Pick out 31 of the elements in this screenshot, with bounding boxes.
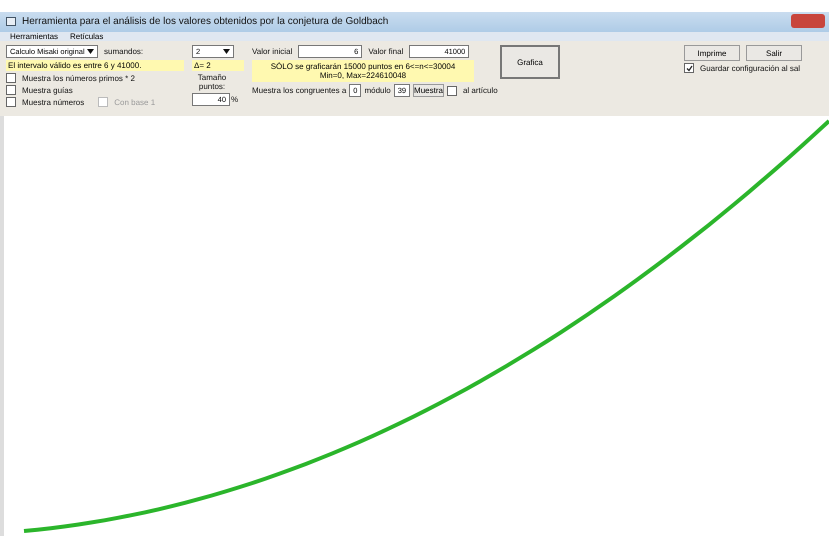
interval-note: El intervalo válido es entre 6 y 41000.: [6, 60, 184, 72]
checkbox-label: Muestra guías: [22, 86, 73, 95]
checkbox-label: Muestra números: [22, 98, 84, 107]
graph-button[interactable]: Grafica: [500, 45, 560, 80]
congruent-label: Muestra los congruentes a: [252, 86, 346, 96]
menu-item[interactable]: Herramientas: [10, 32, 58, 42]
modulo-label: módulo: [364, 86, 391, 96]
checkbox[interactable]: [6, 97, 16, 108]
checkbox[interactable]: [446, 86, 457, 96]
exit-button[interactable]: Salir: [746, 45, 802, 62]
caret-icon: [87, 49, 94, 54]
app-icon: [6, 17, 16, 26]
print-button[interactable]: Imprime: [684, 45, 740, 62]
checkbox-label: al artículo: [462, 86, 498, 96]
start-label: Valor inicial: [252, 47, 292, 56]
point-size-label: Tamaño puntos:: [196, 73, 228, 92]
delta-note: Δ= 2: [192, 60, 244, 72]
end-label: Valor final: [368, 47, 404, 56]
window-title: Herramienta para el análisis de los valores obtenidos por la conjetura de Goldbach: [22, 16, 388, 28]
percent-label: %: [231, 95, 238, 104]
checkbox-label: Con base 1: [114, 98, 156, 107]
checkbox-label: Muestra los números primos * 2: [22, 74, 135, 83]
caret-icon: [223, 49, 230, 54]
info-note: SÓLO se graficarán 15000 puntos en 6<=n<=30004 Min=0, Max=224610048: [252, 60, 474, 82]
show-button[interactable]: Muestra: [413, 84, 444, 98]
checkbox[interactable]: [6, 85, 16, 96]
checkbox[interactable]: [684, 63, 694, 74]
sumandos-label: sumandos:: [104, 47, 144, 56]
menu-item[interactable]: Retículas: [70, 32, 104, 42]
checkbox-label: Guardar configuración al sal: [700, 64, 800, 73]
checkbox[interactable]: [6, 73, 16, 84]
